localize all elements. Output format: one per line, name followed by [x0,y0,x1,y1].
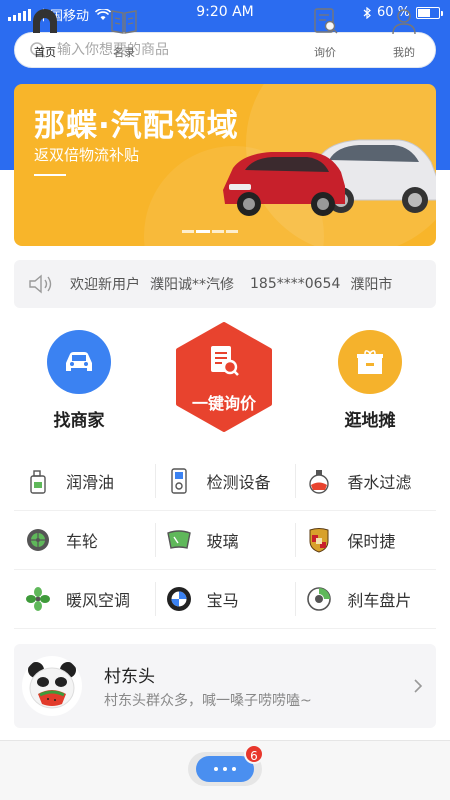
category-grid: 润滑油 检测设备 香水过滤 车轮 玻璃 保时捷 暖风空调 宝马 刹车盘片 [14,452,436,629]
category-heater-ac[interactable]: 暖风空调 [14,570,155,628]
tab-label: 询价 [314,46,336,59]
notice-phone: 185****0654 [250,276,341,292]
category-glass[interactable]: 玻璃 [154,511,296,569]
community-name: 村东头 [104,667,155,687]
bluetooth-icon [363,6,371,19]
cars-illustration [223,139,436,216]
category-row: 润滑油 检测设备 香水过滤 [14,452,436,511]
carousel-dot[interactable] [182,230,194,233]
community-card[interactable]: 村东头 村东头群众多，喊一嗓子唠唠嗑~ [14,644,436,728]
announcement-bar[interactable]: 欢迎新用户 濮阳诚**汽修 185****0654 濮阳市 [14,260,436,308]
category-label: 保时捷 [347,532,396,551]
banner-underline [34,174,66,176]
find-merchant-label: 找商家 [53,411,105,431]
category-porsche[interactable]: 保时捷 [295,511,436,569]
notification-badge: 6 [244,744,264,764]
category-label: 香水过滤 [347,473,412,492]
user-icon [392,9,416,35]
banner-title: 那蝶·汽配领域 [34,108,239,144]
carousel-dot[interactable] [196,230,210,233]
home-icon [33,9,57,33]
wheel-icon [24,526,52,554]
perfume-icon [305,467,333,495]
notice-greeting: 欢迎新用户 [70,277,140,293]
category-row: 暖风空调 宝马 刹车盘片 [14,570,436,629]
stall-box-icon [338,330,402,394]
category-testing-equipment[interactable]: 检测设备 [154,452,296,510]
document-search-icon [211,346,239,376]
panda-icon [28,662,76,709]
category-wheels[interactable]: 车轮 [14,511,155,569]
browse-stalls-button[interactable]: 逛地摊 [320,330,420,431]
chevron-right-icon [414,679,423,693]
car-icon [47,330,111,394]
tab-home[interactable]: 首页 [15,6,75,60]
tab-inquiry[interactable]: 询价 [295,6,355,60]
fan-icon [24,585,52,613]
speaker-icon [29,274,52,294]
book-icon [111,10,137,34]
bmw-logo-icon [165,585,193,613]
notice-city: 濮阳市 [350,277,393,293]
promo-banner[interactable]: 那蝶·汽配领域 返双倍物流补贴 [14,84,436,246]
tab-label: 首页 [34,46,56,59]
find-merchant-button[interactable]: 找商家 [29,330,129,431]
device-icon [165,467,193,495]
category-bmw[interactable]: 宝马 [154,570,296,628]
category-lubricant[interactable]: 润滑油 [14,452,155,510]
carousel-dot[interactable] [212,230,224,233]
inquiry-label: 一键询价 [191,394,256,413]
category-label: 车轮 [66,532,99,551]
notice-shop: 濮阳诚**汽修 [150,277,234,293]
category-brake-disc[interactable]: 刹车盘片 [295,570,436,628]
category-label: 润滑油 [66,473,115,492]
category-label: 刹车盘片 [347,591,412,610]
category-label: 宝马 [206,591,239,610]
carousel-indicator[interactable] [182,230,238,233]
avatar [22,656,82,716]
category-label: 检测设备 [206,473,271,492]
browse-stalls-label: 逛地摊 [344,411,396,431]
windshield-icon [165,526,193,554]
carousel-dot[interactable] [226,230,238,233]
brake-disc-icon [305,585,333,613]
banner-subtitle: 返双倍物流补贴 [34,146,140,164]
tab-mine[interactable]: 我的 [374,6,434,60]
one-click-inquiry-button[interactable]: 一键询价 [174,322,274,432]
category-label: 暖风空调 [66,591,131,610]
category-row: 车轮 玻璃 保时捷 [14,511,436,570]
category-label: 玻璃 [206,532,239,551]
category-perfume-filter[interactable]: 香水过滤 [295,452,436,510]
inquiry-doc-icon [314,8,338,34]
tab-label: 名录 [113,46,135,59]
community-description: 村东头群众多，喊一嗓子唠唠嗑~ [104,693,312,709]
tab-directory[interactable]: 名录 [94,6,154,60]
porsche-logo-icon [305,526,333,554]
search-bar[interactable] [14,32,436,68]
tab-label: 我的 [393,46,415,59]
oil-bottle-icon [24,467,52,495]
